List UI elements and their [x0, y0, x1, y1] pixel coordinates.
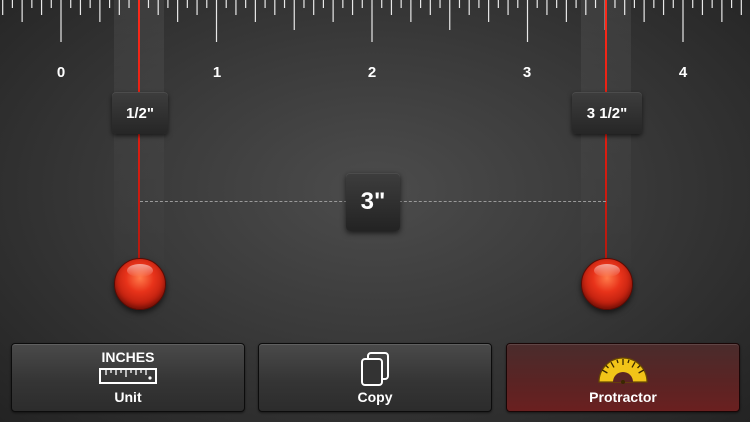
ruler-ticks: [2, 0, 742, 42]
ruler-number-4: 4: [678, 64, 688, 81]
unit-title: INCHES: [101, 349, 155, 365]
protractor-button[interactable]: Protractor: [506, 343, 740, 412]
ruler-number-3: 3: [522, 64, 532, 81]
ruler-number-2: 2: [367, 64, 377, 81]
measurement-value: 3": [346, 173, 400, 231]
unit-label: Unit: [114, 389, 142, 405]
copy-icon: [360, 352, 390, 391]
ruler-number-0: 0: [56, 64, 66, 81]
right-marker-label: 3 1/2": [572, 92, 642, 134]
left-marker-handle[interactable]: [114, 258, 166, 310]
ruler-scale: 0 1 2 3 4: [0, 0, 750, 90]
ruler-app: 0 1 2 3 4 1/2" 3 1/2" 3" INCHES Unit Cop…: [0, 0, 750, 422]
protractor-icon: [596, 352, 650, 389]
left-marker-label: 1/2": [112, 92, 168, 134]
copy-label: Copy: [357, 389, 393, 405]
protractor-label: Protractor: [589, 389, 657, 405]
ruler-number-1: 1: [212, 64, 222, 81]
right-marker-handle[interactable]: [581, 258, 633, 310]
unit-button[interactable]: INCHES Unit: [11, 343, 245, 412]
right-marker-line[interactable]: [605, 0, 607, 270]
left-marker-line[interactable]: [138, 0, 140, 270]
ruler-icon: [99, 368, 157, 389]
copy-button[interactable]: Copy: [258, 343, 492, 412]
